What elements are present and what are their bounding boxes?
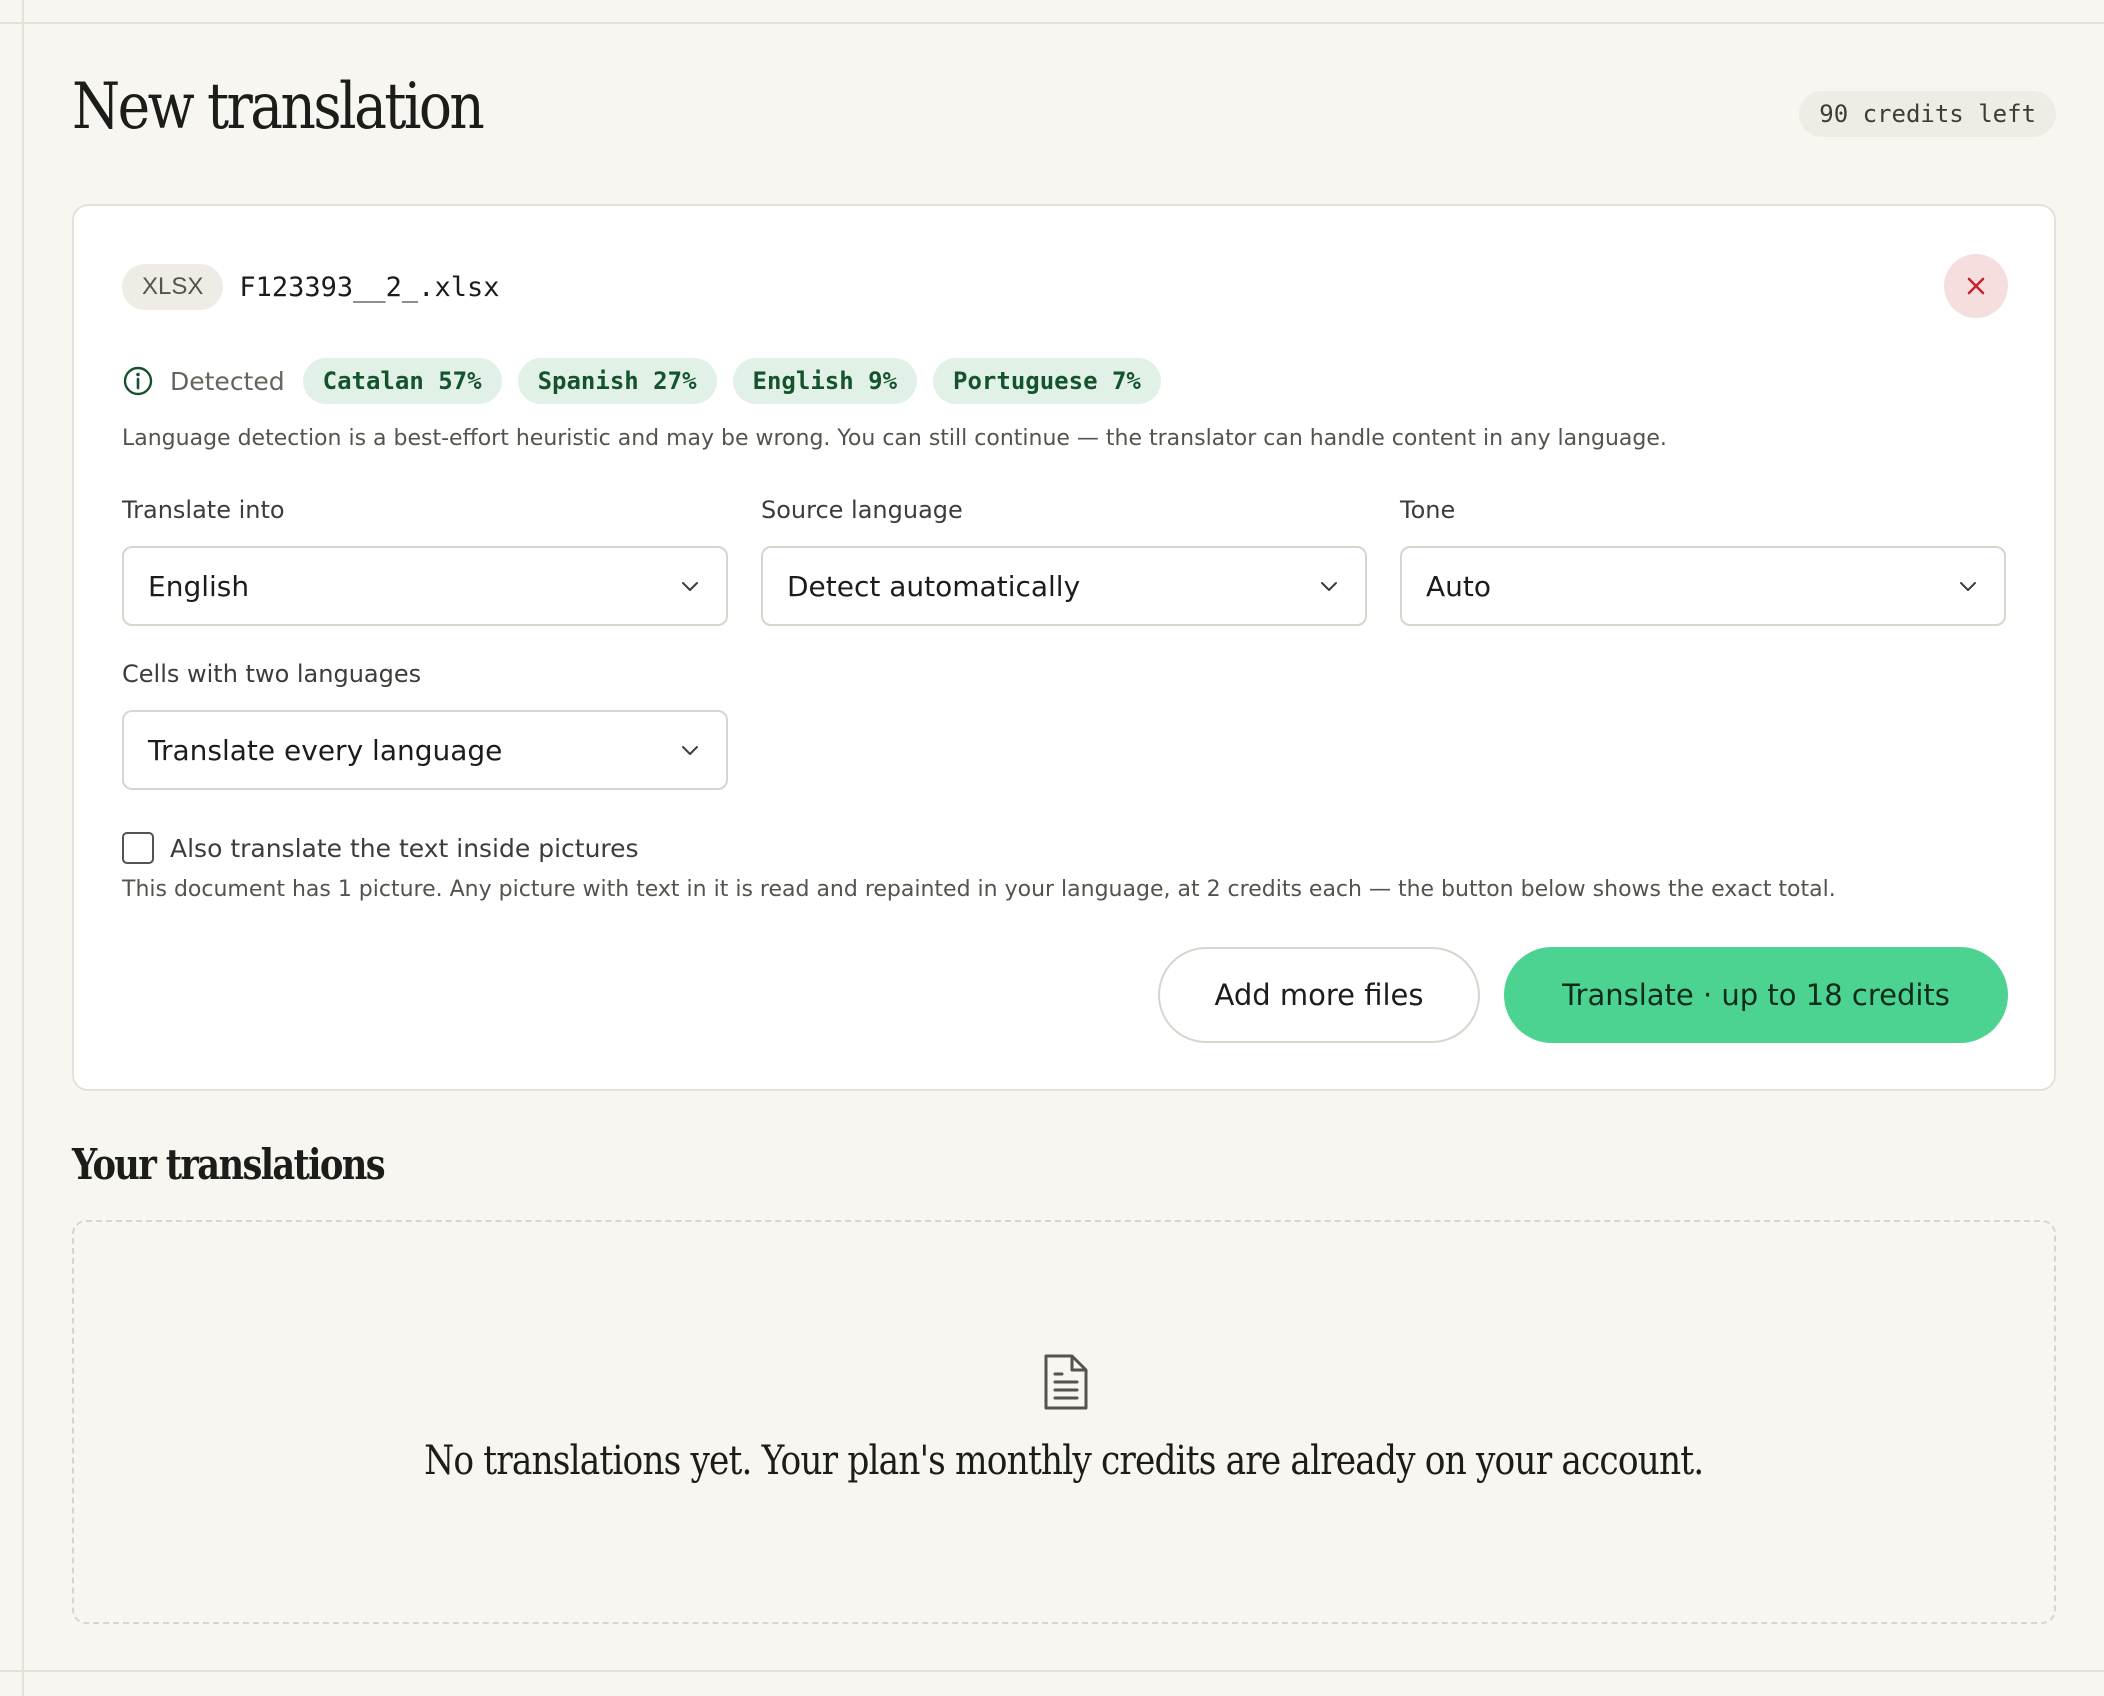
- tone-label: Tone: [1400, 496, 1456, 524]
- language-chip-catalan: Catalan 57%: [302, 358, 502, 404]
- two-languages-value: Translate every language: [148, 733, 503, 767]
- credits-badge: 90 credits left: [1799, 91, 2056, 137]
- translate-into-value: English: [148, 569, 250, 603]
- document-icon: [1044, 1354, 1088, 1410]
- translate-pictures-checkbox[interactable]: [122, 832, 154, 864]
- new-translation-card: XLSX F123393__2_.xlsx Detected Catalan 5…: [72, 204, 2056, 1091]
- page-title: New translation: [72, 70, 485, 144]
- language-chip-portuguese: Portuguese 7%: [933, 358, 1161, 404]
- frame-divider-left: [22, 0, 24, 1696]
- detection-disclaimer: Language detection is a best-effort heur…: [122, 426, 1667, 451]
- detected-label: Detected: [170, 366, 285, 396]
- chevron-down-icon: [1960, 582, 1976, 591]
- empty-state-message-text: No translations yet. Your plan's monthly…: [424, 1438, 1704, 1484]
- language-chip-english: English 9%: [732, 358, 918, 404]
- empty-state-message: No translations yet. Your plan's monthly…: [74, 1438, 2054, 1484]
- tone-value: Auto: [1426, 569, 1492, 603]
- chevron-down-icon: [682, 746, 698, 755]
- translate-button[interactable]: Translate · up to 18 credits: [1504, 947, 2008, 1043]
- add-more-files-button[interactable]: Add more files: [1158, 947, 1480, 1043]
- source-language-value: Detect automatically: [787, 569, 1081, 603]
- translations-empty-state: No translations yet. Your plan's monthly…: [72, 1220, 2056, 1624]
- language-chip-spanish: Spanish 27%: [517, 358, 717, 404]
- detected-languages: Detected Catalan 57% Spanish 27% English…: [122, 358, 1177, 404]
- two-languages-label: Cells with two languages: [122, 660, 422, 688]
- pictures-note: This document has 1 picture. Any picture…: [122, 877, 1836, 902]
- tone-select[interactable]: Auto: [1400, 546, 2006, 626]
- frame-divider-top: [0, 22, 2104, 24]
- translate-into-select[interactable]: English: [122, 546, 728, 626]
- two-languages-select[interactable]: Translate every language: [122, 710, 728, 790]
- source-language-label: Source language: [761, 496, 963, 524]
- chevron-down-icon: [1321, 582, 1337, 591]
- chevron-down-icon: [682, 582, 698, 591]
- translate-pictures-option: Also translate the text inside pictures: [122, 832, 639, 864]
- info-icon: [123, 366, 153, 396]
- translate-pictures-label[interactable]: Also translate the text inside pictures: [170, 834, 639, 863]
- source-language-select[interactable]: Detect automatically: [761, 546, 1367, 626]
- close-icon: [1967, 277, 1985, 295]
- remove-file-button[interactable]: [1944, 254, 2008, 318]
- file-name: F123393__2_.xlsx: [239, 271, 500, 303]
- file-type-badge: XLSX: [122, 264, 224, 310]
- your-translations-heading: Your translations: [72, 1140, 386, 1189]
- translate-into-label: Translate into: [122, 496, 285, 524]
- file-row: XLSX F123393__2_.xlsx: [122, 264, 499, 310]
- frame-divider-bottom: [0, 1670, 2104, 1672]
